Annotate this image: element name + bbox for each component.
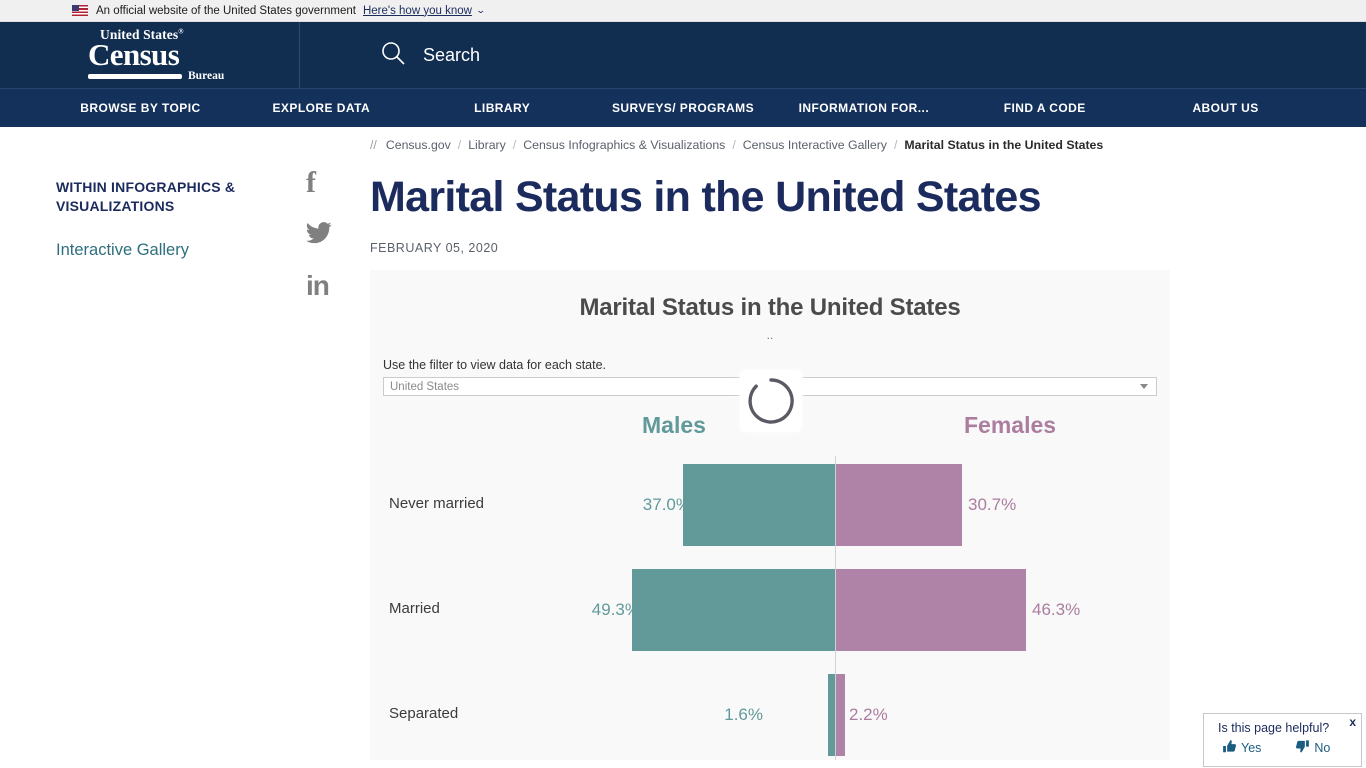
linkedin-icon[interactable]: in (306, 272, 332, 300)
category-label: Separated (389, 705, 459, 723)
breadcrumb-separator: / (457, 137, 462, 152)
legend-females: Females (964, 412, 1057, 439)
twitter-icon[interactable] (306, 222, 332, 248)
chevron-down-icon[interactable]: ⌄ (475, 5, 486, 16)
thumbs-down-icon (1295, 739, 1310, 757)
page-title: Marital Status in the United States (370, 173, 1041, 221)
social-share-column: f in (306, 168, 332, 300)
feedback-no-button[interactable]: No (1295, 739, 1330, 757)
diverging-bar-chart: Never married 37.0% 30.7% Married 49.3% … (370, 456, 1170, 761)
bar-female[interactable] (836, 674, 845, 757)
gov-banner-text: An official website of the United States… (96, 4, 356, 17)
bar-male[interactable] (632, 569, 835, 652)
search-icon (380, 40, 406, 71)
search-input[interactable]: Search (300, 22, 1366, 88)
value-female: 2.2% (849, 705, 888, 725)
bar-female[interactable] (836, 464, 962, 547)
logo-bar (88, 74, 182, 80)
logo-bureau-text: Bureau (188, 70, 225, 82)
search-placeholder: Search (423, 44, 481, 65)
category-label: Never married (389, 495, 485, 513)
feedback-yes-button[interactable]: Yes (1222, 739, 1261, 757)
nav-item-information-for[interactable]: INFORMATION FOR... (773, 101, 954, 115)
feedback-no-label: No (1314, 741, 1331, 755)
visualization-panel: Marital Status in the United States .. U… (370, 270, 1170, 761)
nav-item-library[interactable]: LIBRARY (412, 101, 593, 115)
breadcrumb-current: Marital Status in the United States (904, 137, 1104, 152)
breadcrumb-item-census-gov[interactable]: Census.gov (386, 138, 451, 152)
breadcrumb: // Census.gov / Library / Census Infogra… (0, 127, 1366, 153)
value-female: 46.3% (1032, 600, 1081, 620)
sidebar-heading: WITHIN INFOGRAPHICS & VISUALIZATIONS (56, 179, 236, 214)
bar-male[interactable] (828, 674, 835, 757)
thumbs-up-icon (1222, 739, 1237, 757)
chart-row-never-married: Never married 37.0% 30.7% (370, 456, 1170, 561)
bar-male[interactable] (683, 464, 835, 547)
feedback-yes-label: Yes (1241, 741, 1262, 755)
nav-item-browse-by-topic[interactable]: BROWSE BY TOPIC (50, 101, 231, 115)
main-nav: BROWSE BY TOPIC EXPLORE DATA LIBRARY SUR… (0, 88, 1366, 127)
chevron-down-icon[interactable] (1140, 384, 1148, 390)
category-label: Married (389, 600, 440, 618)
breadcrumb-separator: / (732, 137, 736, 152)
site-header: United States® Census Bureau Search (0, 22, 1366, 88)
census-logo-link[interactable]: United States® Census Bureau (0, 22, 300, 88)
breadcrumb-item-interactive-gallery[interactable]: Census Interactive Gallery (743, 138, 887, 152)
feedback-question: Is this page helpful? (1218, 721, 1330, 735)
gov-banner: An official website of the United States… (0, 0, 1366, 22)
logo-main-text: Census (88, 37, 180, 72)
how-you-know-link[interactable]: Here's how you know (363, 5, 472, 17)
bar-female[interactable] (836, 569, 1026, 652)
nav-item-find-a-code[interactable]: FIND A CODE (954, 101, 1135, 115)
us-flag-icon (72, 5, 88, 16)
nav-item-surveys-programs[interactable]: SURVEYS/ PROGRAMS (593, 101, 774, 115)
page-content: WITHIN INFOGRAPHICS & VISUALIZATIONS Int… (0, 153, 1366, 761)
loading-spinner (740, 370, 802, 433)
main-column: Marital Status in the United States FEBR… (370, 153, 1366, 761)
chart-title: Marital Status in the United States (579, 294, 961, 322)
breadcrumb-separator: / (512, 137, 517, 152)
breadcrumb-item-library[interactable]: Library (468, 138, 506, 152)
chart-row-married: Married 49.3% 46.3% (370, 561, 1170, 666)
breadcrumb-prefix: // (370, 137, 377, 152)
state-filter-value: United States (390, 380, 460, 393)
feedback-widget: x Is this page helpful? Yes No (1203, 713, 1362, 767)
nav-item-explore-data[interactable]: EXPLORE DATA (231, 101, 412, 115)
sidebar: WITHIN INFOGRAPHICS & VISUALIZATIONS Int… (0, 153, 370, 300)
chart-row-separated: Separated 1.6% 2.2% (370, 666, 1170, 760)
value-female: 30.7% (968, 495, 1017, 515)
chart-subtitle: .. (766, 328, 774, 343)
legend-males: Males (642, 412, 706, 439)
close-icon[interactable]: x (1349, 716, 1356, 728)
facebook-icon[interactable]: f (306, 168, 332, 198)
page-date: FEBRUARY 05, 2020 (370, 241, 499, 256)
breadcrumb-separator: / (893, 137, 898, 152)
value-male: 1.6% (724, 705, 763, 725)
census-logo: United States® Census Bureau (88, 27, 225, 83)
breadcrumb-item-infographics[interactable]: Census Infographics & Visualizations (523, 138, 725, 152)
nav-item-about-us[interactable]: ABOUT US (1135, 101, 1316, 115)
